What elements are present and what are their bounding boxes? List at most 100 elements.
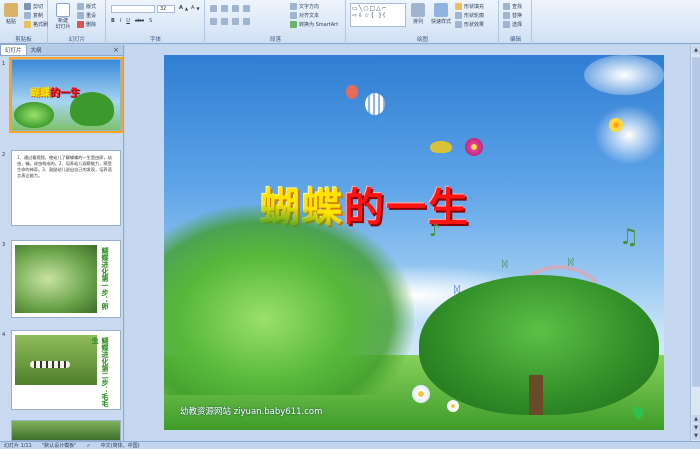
reset-label: 重设 xyxy=(86,13,97,19)
slide-thumb-4[interactable]: 蝴蝶进化第二步：毛毛虫 xyxy=(11,330,121,410)
tab-slides[interactable]: 幻灯片 xyxy=(0,44,27,55)
outdent-icon[interactable] xyxy=(243,5,250,12)
reset-button[interactable]: 重设 xyxy=(77,12,96,19)
slide-thumb-1[interactable]: 蝴蝶的一生 xyxy=(9,57,123,133)
smartart-button[interactable]: 转换为 SmartArt xyxy=(290,21,338,28)
new-slide-button[interactable]: 新建 幻灯片 xyxy=(54,3,72,30)
align-left-icon[interactable] xyxy=(210,18,217,25)
editing-group-label: 编辑 xyxy=(509,37,521,43)
slide-thumb-5[interactable] xyxy=(11,420,121,441)
drawing-group-label: 绘图 xyxy=(416,37,428,43)
shape-effects-button[interactable]: 形状效果 xyxy=(455,21,484,28)
align-center-icon[interactable] xyxy=(221,18,228,25)
copy-button[interactable]: 复制 xyxy=(24,12,43,19)
align-text-button[interactable]: 对齐文本 xyxy=(290,12,319,19)
cut-label: 剪切 xyxy=(33,4,44,10)
shape-outline-label: 形状轮廓 xyxy=(464,13,485,19)
status-bar: 幻灯片 1/11 "默认设计模板" ✓ 中文(简体，中国) xyxy=(0,441,700,449)
text-direction-button[interactable]: 文字方向 xyxy=(290,3,319,10)
layout-button[interactable]: 版式 xyxy=(77,3,96,10)
font-style-buttons: B I Uabc S xyxy=(111,18,152,24)
slide-number: 2 xyxy=(2,152,6,158)
quick-styles-button[interactable]: 快速样式 xyxy=(431,3,451,25)
butterfly-icon: ᛞ xyxy=(502,260,508,270)
format-painter-button[interactable]: 格式刷 xyxy=(24,21,48,28)
select-label: 选择 xyxy=(512,22,523,28)
slide-thumb-3[interactable]: 蝴蝶进化第一步：卵 xyxy=(11,240,121,318)
website-watermark: 幼教资源网站 ziyuan.baby611.com xyxy=(180,407,323,417)
delete-button[interactable]: 删除 xyxy=(77,21,96,28)
butterfly-icon: ᛞ xyxy=(454,285,460,296)
spellcheck-icon[interactable]: ✓ xyxy=(86,443,90,449)
paragraph-group-label: 段落 xyxy=(269,37,281,43)
shadow-button[interactable]: S xyxy=(149,18,152,24)
outline-icon xyxy=(455,12,462,19)
shape-fill-label: 形状填充 xyxy=(464,4,485,10)
grow-font-button[interactable]: A ▲ xyxy=(179,5,188,11)
cloud-image xyxy=(584,55,664,95)
brush-icon xyxy=(24,21,31,28)
language-indicator[interactable]: 中文(简体，中国) xyxy=(101,442,140,449)
indent-icon[interactable] xyxy=(232,5,239,12)
smartart-icon xyxy=(290,21,297,28)
thumb-caption: 蝴蝶进化第二步：毛毛虫 xyxy=(91,337,110,407)
theme-name[interactable]: "默认设计模板" xyxy=(42,442,77,449)
italic-button[interactable]: I xyxy=(120,18,121,24)
slide-counter: 幻灯片 1/11 xyxy=(4,443,32,449)
quick-styles-label: 快速样式 xyxy=(431,19,452,25)
scroll-thumb[interactable] xyxy=(692,57,700,387)
scroll-down-page-icon[interactable]: ▼ xyxy=(692,424,700,432)
tree-trunk-image xyxy=(529,375,543,415)
align-right-icon[interactable] xyxy=(232,18,239,25)
tab-outline[interactable]: 大纲 xyxy=(27,45,46,55)
balloon-image xyxy=(346,85,358,99)
shape-outline-button[interactable]: 形状轮廓 xyxy=(455,12,484,19)
scroll-up-icon[interactable]: ▲ xyxy=(692,46,700,54)
scroll-up-page-icon[interactable]: ▲ xyxy=(692,415,700,423)
fill-icon xyxy=(455,3,462,10)
paste-button[interactable]: 粘贴 xyxy=(4,3,18,25)
copy-icon xyxy=(24,12,31,19)
close-icon[interactable]: × xyxy=(113,46,119,54)
select-button[interactable]: 选择 xyxy=(503,21,522,28)
font-group: 32 A ▲ A ▼ B I Uabc S 字体 xyxy=(107,0,205,44)
bullets-icon[interactable] xyxy=(210,5,217,12)
leaves-image xyxy=(164,205,414,395)
arrange-button[interactable]: 排列 xyxy=(411,3,425,25)
cut-button[interactable]: 剪切 xyxy=(24,3,43,10)
font-size-combo[interactable]: 32 xyxy=(157,5,175,13)
format-painter-label: 格式刷 xyxy=(33,22,49,28)
egg-leaf-photo xyxy=(15,245,97,313)
arrange-label: 排列 xyxy=(412,19,423,25)
butterfly-icon: ᛞ xyxy=(568,258,574,268)
shape-fill-button[interactable]: 形状填充 xyxy=(455,3,484,10)
find-button[interactable]: 查找 xyxy=(503,3,522,10)
replace-button[interactable]: 替换 xyxy=(503,12,522,19)
align-text-icon xyxy=(290,12,297,19)
smartart-label: 转换为 SmartArt xyxy=(299,22,339,28)
slide-thumb-2[interactable]: 1、通过看视频，使幼儿了解蝴蝶的一生是由卵，幼虫，蛹，成虫构成的。2、培养幼儿观… xyxy=(11,150,121,226)
copy-label: 复制 xyxy=(33,13,44,19)
justify-icon[interactable] xyxy=(243,18,250,25)
flower-image xyxy=(465,138,483,156)
slide-canvas[interactable]: 蝴蝶的一生 ♪ ♫ ᛞ ᛞ ᛞ 幼教资源网站 ziyuan.baby611.co… xyxy=(164,55,664,430)
bird-image xyxy=(430,141,452,153)
clipboard-group-label: 剪贴板 xyxy=(15,37,32,43)
vertical-scrollbar[interactable]: ▲ ▲ ▼ ▼ xyxy=(690,45,700,441)
panel-tabs: 幻灯片 大纲 xyxy=(0,44,123,56)
shapes-gallery[interactable]: ▭╲○□△⌐ ⇨⇩☆{ }( xyxy=(350,3,406,27)
shrink-font-button[interactable]: A ▼ xyxy=(191,5,200,11)
slides-group: 新建 幻灯片 版式 重设 删除 幻灯片 xyxy=(49,0,106,44)
thumb-caption: 蝴蝶进化第一步：卵 xyxy=(101,247,110,310)
underline-button[interactable]: U xyxy=(126,18,130,24)
font-name-combo[interactable] xyxy=(111,5,155,13)
ribbon: 粘贴 剪切 复制 格式刷 剪贴板 新建 幻灯片 版式 重设 删除 幻灯片 32 … xyxy=(0,0,700,44)
replace-icon xyxy=(503,12,510,19)
bold-button[interactable]: B xyxy=(111,18,115,24)
slide-workspace: 蝴蝶的一生 ♪ ♫ ᛞ ᛞ ᛞ 幼教资源网站 ziyuan.baby611.co… xyxy=(125,45,700,441)
paste-label: 粘贴 xyxy=(5,19,16,25)
editing-group: 查找 替换 选择 编辑 xyxy=(500,0,532,44)
numbering-icon[interactable] xyxy=(221,5,228,12)
scroll-down-icon[interactable]: ▼ xyxy=(692,432,700,440)
strike-button[interactable]: abc xyxy=(135,18,144,24)
